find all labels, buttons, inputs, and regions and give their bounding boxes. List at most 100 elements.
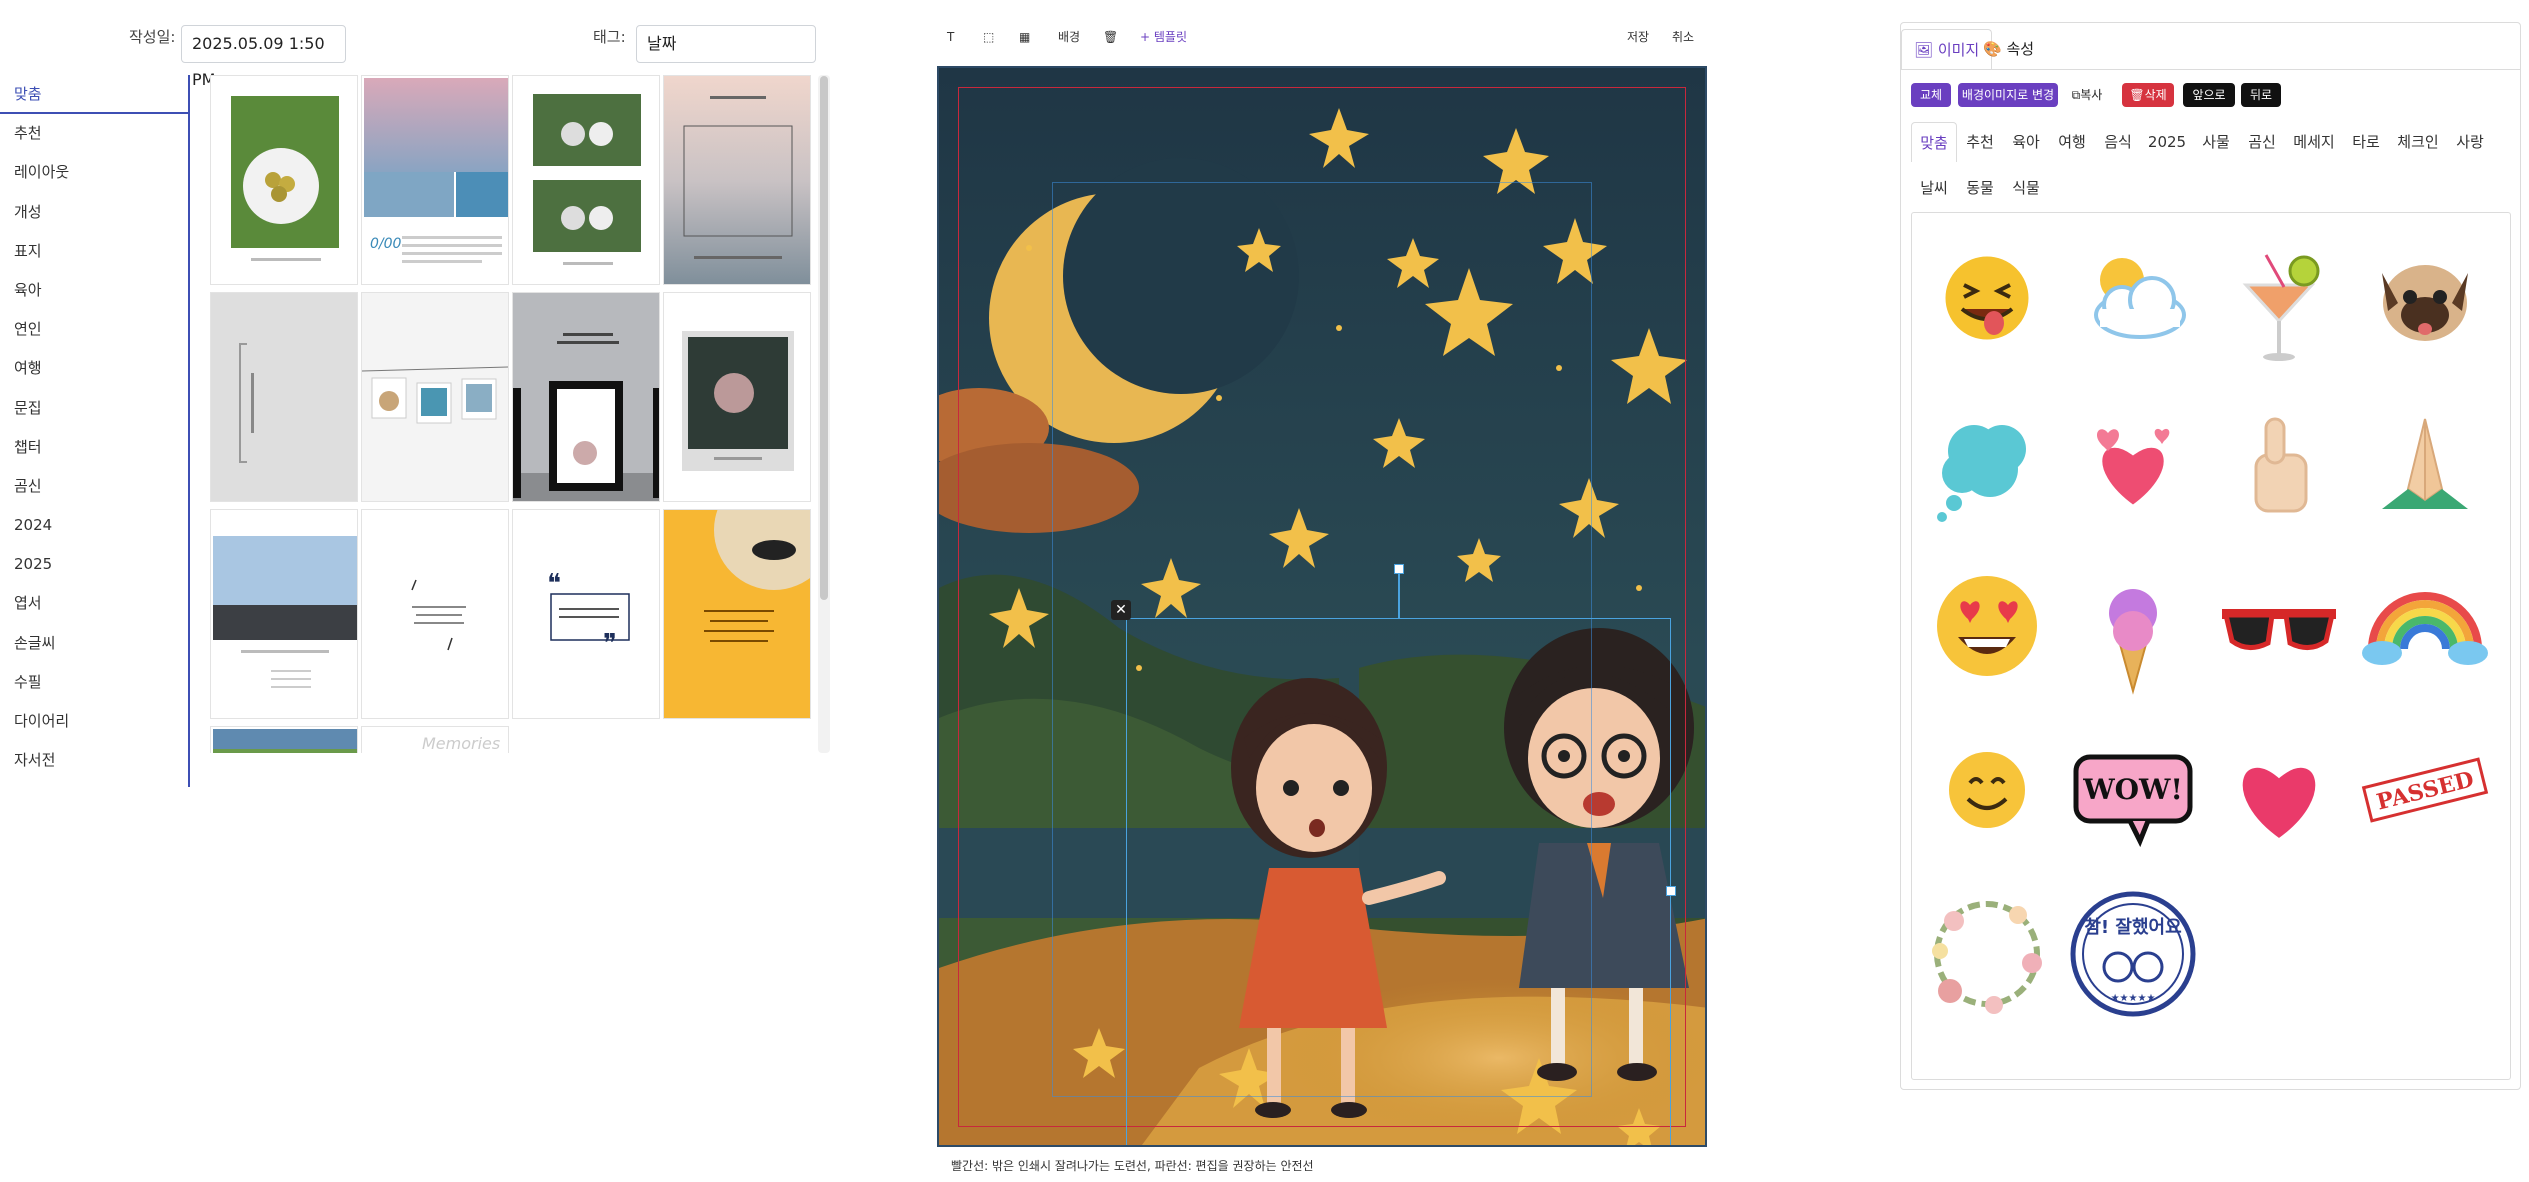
stamp-text: 참! 잘했어요: [2084, 917, 2181, 938]
category-item[interactable]: 엽서: [0, 584, 188, 623]
smile-emoji-sticker[interactable]: [1914, 717, 2060, 863]
cocktail-sticker[interactable]: [2206, 225, 2352, 371]
category-item[interactable]: 레이아웃: [0, 153, 188, 192]
category-item[interactable]: 육아: [0, 271, 188, 310]
date-label: 작성일:: [129, 28, 176, 46]
rainbow-sticker[interactable]: [2352, 553, 2498, 699]
wow-bubble-sticker[interactable]: WOW!: [2060, 717, 2206, 863]
category-item[interactable]: 챕터: [0, 428, 188, 467]
template-card[interactable]: [210, 726, 358, 753]
sticker-tab[interactable]: 날씨: [1911, 168, 1957, 208]
praying-hands-sticker[interactable]: [2352, 389, 2498, 535]
copy-button[interactable]: ⧉복사: [2067, 83, 2107, 107]
template-card[interactable]: [663, 75, 811, 285]
category-item[interactable]: 표지: [0, 232, 188, 271]
text-tool-button[interactable]: T: [947, 27, 954, 47]
template-card[interactable]: [663, 292, 811, 502]
grid-icon: ▦: [1019, 30, 1031, 44]
ice-cream-sticker[interactable]: [2060, 553, 2206, 699]
category-nav: 맞춤 추천 레이아웃 개성 표지 육아 연인 여행 문집 챕터 곰신 2024 2025 엽서 손글씨 수필 다…: [0, 75, 190, 787]
bring-forward-button[interactable]: 앞으로: [2183, 83, 2235, 107]
category-item[interactable]: 2025: [0, 545, 188, 584]
send-backward-button[interactable]: 뒤로: [2241, 83, 2281, 107]
delete-button[interactable]: 🗑: [1103, 27, 1118, 47]
category-item[interactable]: 손글씨: [0, 624, 188, 663]
template-card[interactable]: Memories: [361, 726, 509, 753]
template-card[interactable]: [210, 75, 358, 285]
sticker-tab[interactable]: 사랑: [2447, 122, 2493, 162]
sticker-tab[interactable]: 음식: [2095, 122, 2141, 162]
svg-text:Memories: Memories: [422, 734, 500, 753]
template-card[interactable]: [361, 509, 509, 719]
template-card[interactable]: [663, 509, 811, 719]
resize-handle[interactable]: [1666, 886, 1676, 896]
tab-properties[interactable]: 🎨 속성: [1971, 29, 2046, 69]
heart-eyes-emoji-sticker[interactable]: [1914, 553, 2060, 699]
element-panel: 🖼 이미지 🎨 속성 교체 배경이미지로 변경 ⧉복사 🗑삭제 앞으로 뒤로 맞…: [1900, 22, 2521, 1090]
sticker-tab[interactable]: 맞춤: [1911, 122, 1957, 162]
copy-label: 복사: [2080, 88, 2103, 102]
well-done-stamp-sticker[interactable]: 참! 잘했어요 ★★★★★: [2060, 881, 2206, 1027]
passed-stamp-sticker[interactable]: PASSED: [2352, 717, 2498, 863]
template-card[interactable]: [361, 292, 509, 502]
sticker-tab[interactable]: 곰신: [2239, 122, 2285, 162]
sticker-tab[interactable]: 2025: [2141, 122, 2193, 162]
template-card[interactable]: 0/00: [361, 75, 509, 285]
category-item[interactable]: 2024: [0, 506, 188, 545]
template-card[interactable]: [210, 509, 358, 719]
save-button[interactable]: 저장: [1627, 27, 1649, 47]
background-button[interactable]: 배경: [1058, 27, 1080, 47]
template-button[interactable]: + 템플릿: [1140, 27, 1187, 47]
hearts-sticker[interactable]: [2060, 389, 2206, 535]
delete-element-button[interactable]: 🗑삭제: [2122, 83, 2174, 107]
heart-sticker[interactable]: [2206, 717, 2352, 863]
template-card[interactable]: ❝ ❞: [512, 509, 660, 719]
close-icon[interactable]: ✕: [1111, 600, 1131, 620]
sticker-tab[interactable]: 여행: [2049, 122, 2095, 162]
thought-bubble-sticker[interactable]: [1914, 389, 2060, 535]
template-card[interactable]: [210, 292, 358, 502]
category-item[interactable]: 연인: [0, 310, 188, 349]
category-item[interactable]: 맞춤: [0, 75, 188, 115]
sticker-tab[interactable]: 사물: [2193, 122, 2239, 162]
tongue-emoji-sticker[interactable]: [1914, 225, 2060, 371]
sticker-tab[interactable]: 추천: [1957, 122, 2003, 162]
sticker-tab[interactable]: 타로: [2343, 122, 2389, 162]
tab-properties-label: 속성: [2006, 40, 2035, 58]
sticker-tab[interactable]: 식물: [2003, 168, 2049, 208]
sticker-tab[interactable]: 동물: [1957, 168, 2003, 208]
date-field[interactable]: 2025.05.09 1:50 PM: [181, 25, 346, 89]
tag-input[interactable]: 날짜: [636, 25, 816, 63]
replace-button[interactable]: 교체: [1911, 83, 1951, 107]
flower-wreath-sticker[interactable]: [1914, 881, 2060, 1027]
category-item[interactable]: 자서전: [0, 741, 188, 780]
category-item[interactable]: 다이어리: [0, 702, 188, 741]
grid-tool-button[interactable]: ▦: [1019, 27, 1030, 47]
template-card[interactable]: [512, 292, 660, 502]
selected-image-frame[interactable]: [1126, 618, 1671, 1145]
page-canvas[interactable]: ✕: [937, 66, 1707, 1147]
sun-cloud-sticker[interactable]: [2060, 225, 2206, 371]
template-scrollbar[interactable]: [820, 76, 828, 600]
image-icon: 🖼: [1914, 41, 1934, 59]
category-item[interactable]: 추천: [0, 114, 188, 153]
template-date-text: 0/00: [370, 236, 402, 252]
category-item[interactable]: 곰신: [0, 467, 188, 506]
category-item[interactable]: 수필: [0, 663, 188, 702]
rotate-handle[interactable]: [1394, 564, 1404, 574]
sticker-tab[interactable]: 체크인: [2389, 122, 2447, 162]
set-background-button[interactable]: 배경이미지로 변경: [1958, 83, 2058, 107]
pug-sticker[interactable]: [2352, 225, 2498, 371]
category-item[interactable]: 개성: [0, 193, 188, 232]
cancel-button[interactable]: 취소: [1672, 27, 1694, 47]
template-card[interactable]: [512, 75, 660, 285]
image-tool-button[interactable]: ⬚: [983, 27, 994, 47]
sticker-tab[interactable]: 육아: [2003, 122, 2049, 162]
category-item[interactable]: 문집: [0, 389, 188, 428]
wow-text: WOW!: [2082, 773, 2183, 806]
sticker-tab[interactable]: 메세지: [2285, 122, 2343, 162]
category-item[interactable]: 여행: [0, 349, 188, 388]
sunglasses-sticker[interactable]: [2206, 553, 2352, 699]
thumbs-up-sticker[interactable]: [2206, 389, 2352, 535]
template-grid: 0/00 ❝ ❞ Memories: [208, 75, 820, 753]
